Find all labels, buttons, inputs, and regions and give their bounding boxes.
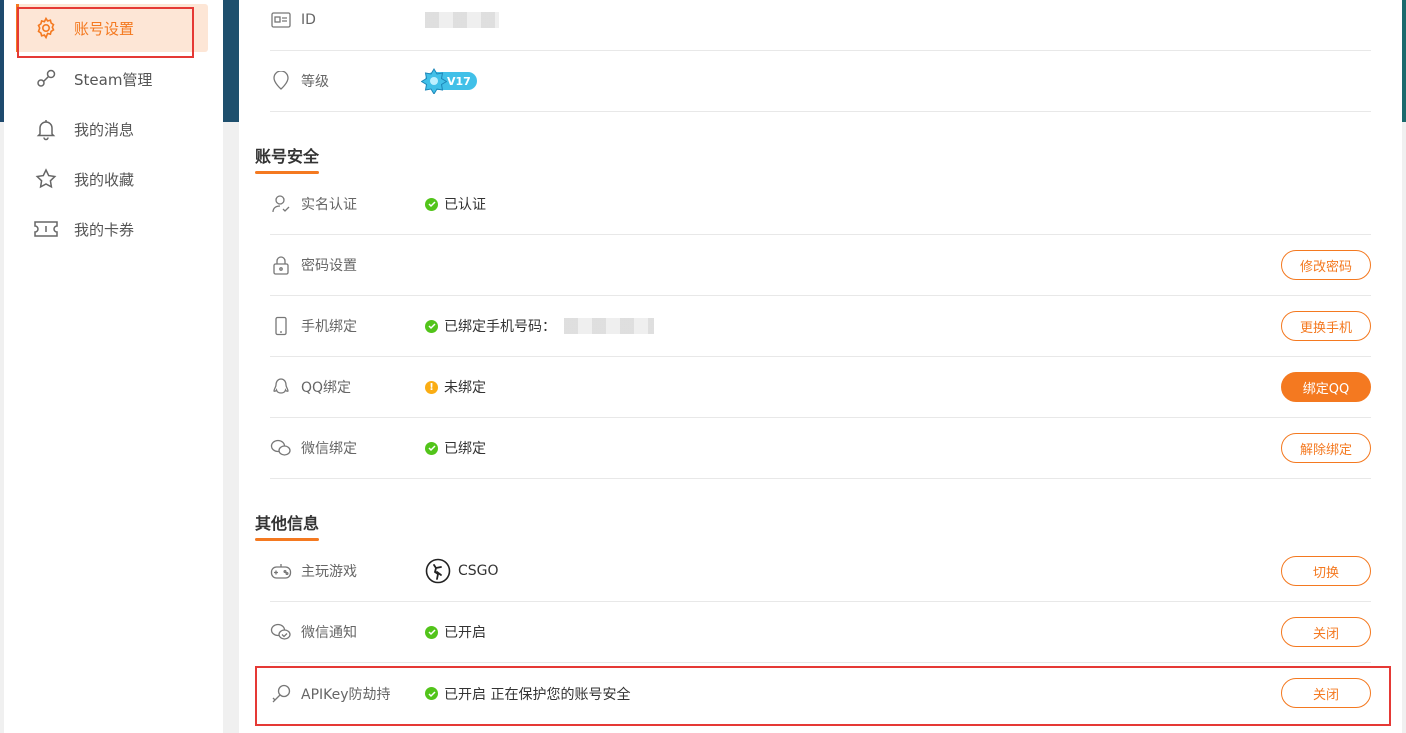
bind-qq-button[interactable]: 绑定QQ bbox=[1281, 372, 1371, 402]
account-settings-panel: ID 等级 V17 账号安全 实名认证 已认证 密码设置 修改密码 手机绑定 已… bbox=[239, 0, 1402, 733]
sidebar-item-account-settings[interactable]: 账号设置 bbox=[16, 4, 208, 52]
warning-icon: ! bbox=[425, 380, 438, 394]
phone-number-masked bbox=[564, 318, 654, 334]
close-apikey-protection-button[interactable]: 关闭 bbox=[1281, 678, 1371, 708]
section-title-other: 其他信息 bbox=[255, 510, 319, 541]
phone-label: 手机绑定 bbox=[301, 319, 357, 335]
sidebar-item-label: 我的消息 bbox=[74, 120, 135, 139]
check-icon bbox=[425, 625, 438, 639]
key-search-icon bbox=[270, 683, 292, 705]
gear-icon bbox=[32, 14, 60, 42]
id-label: ID bbox=[301, 12, 316, 28]
bell-icon bbox=[32, 115, 60, 143]
section-title-security: 账号安全 bbox=[255, 143, 319, 174]
qq-status: 未绑定 bbox=[444, 380, 486, 396]
wechat-notify-row: 微信通知 已开启 关闭 bbox=[270, 602, 1371, 663]
sidebar-item-label: Steam管理 bbox=[74, 70, 153, 89]
apikey-status: 已开启 正在保护您的账号安全 bbox=[444, 686, 631, 703]
unbind-wechat-button[interactable]: 解除绑定 bbox=[1281, 433, 1371, 463]
sidebar-item-favorites[interactable]: 我的收藏 bbox=[4, 154, 223, 204]
phone-status: 已绑定手机号码： bbox=[444, 319, 556, 335]
phone-icon bbox=[270, 315, 292, 337]
user-check-icon bbox=[270, 193, 292, 215]
csgo-icon bbox=[425, 558, 451, 584]
level-label: 等级 bbox=[301, 74, 329, 90]
switch-game-button[interactable]: 切换 bbox=[1281, 556, 1371, 586]
password-label: 密码设置 bbox=[301, 258, 357, 274]
apikey-label: APIKey防劫持 bbox=[301, 686, 391, 703]
wechat-status: 已绑定 bbox=[444, 441, 486, 457]
wechat-label: 微信绑定 bbox=[301, 441, 357, 457]
gem-icon bbox=[270, 70, 292, 92]
gamepad-icon bbox=[270, 560, 292, 582]
id-value-masked bbox=[425, 12, 499, 28]
check-icon bbox=[425, 687, 438, 700]
realname-status: 已认证 bbox=[444, 197, 486, 213]
level-row: 等级 V17 bbox=[270, 51, 1371, 112]
sidebar-item-messages[interactable]: 我的消息 bbox=[4, 104, 223, 154]
wechat-notify-label: 微信通知 bbox=[301, 625, 357, 641]
wechat-row: 微信绑定 已绑定 解除绑定 bbox=[270, 418, 1371, 479]
sidebar: 账号设置 Steam管理 我的消息 我的收藏 我的卡券 bbox=[4, 0, 223, 733]
wechat-icon bbox=[270, 437, 292, 459]
phone-row: 手机绑定 已绑定手机号码： 更换手机 bbox=[270, 296, 1371, 357]
realname-row: 实名认证 已认证 bbox=[270, 174, 1371, 235]
qq-row: QQ绑定 ! 未绑定 绑定QQ bbox=[270, 357, 1371, 418]
close-wechat-notify-button[interactable]: 关闭 bbox=[1281, 617, 1371, 647]
realname-label: 实名认证 bbox=[301, 197, 357, 213]
level-star-icon bbox=[421, 68, 447, 94]
id-card-icon bbox=[270, 9, 292, 31]
password-row: 密码设置 修改密码 bbox=[270, 235, 1371, 296]
sidebar-item-label: 我的收藏 bbox=[74, 170, 135, 189]
check-icon bbox=[425, 319, 438, 333]
main-game-value: CSGO bbox=[458, 563, 499, 579]
steam-icon bbox=[32, 65, 60, 93]
wechat-notify-icon bbox=[270, 621, 292, 643]
qq-icon bbox=[270, 376, 292, 398]
id-row: ID bbox=[270, 0, 1371, 51]
check-icon bbox=[425, 197, 438, 211]
sidebar-item-coupons[interactable]: 我的卡券 bbox=[4, 204, 223, 254]
ticket-icon bbox=[32, 215, 60, 243]
main-game-row: 主玩游戏 CSGO 切换 bbox=[270, 541, 1371, 602]
sidebar-item-label: 账号设置 bbox=[74, 19, 135, 38]
wechat-notify-status: 已开启 bbox=[444, 625, 486, 641]
lock-icon bbox=[270, 254, 292, 276]
main-game-label: 主玩游戏 bbox=[301, 564, 357, 580]
apikey-row: APIKey防劫持 已开启 正在保护您的账号安全 关闭 bbox=[270, 663, 1371, 724]
change-password-button[interactable]: 修改密码 bbox=[1281, 250, 1371, 280]
check-icon bbox=[425, 441, 438, 455]
change-phone-button[interactable]: 更换手机 bbox=[1281, 311, 1371, 341]
qq-label: QQ绑定 bbox=[301, 380, 352, 396]
level-badge: V17 bbox=[421, 68, 477, 94]
star-icon bbox=[32, 165, 60, 193]
sidebar-item-steam[interactable]: Steam管理 bbox=[4, 54, 223, 104]
sidebar-item-label: 我的卡券 bbox=[74, 220, 135, 239]
